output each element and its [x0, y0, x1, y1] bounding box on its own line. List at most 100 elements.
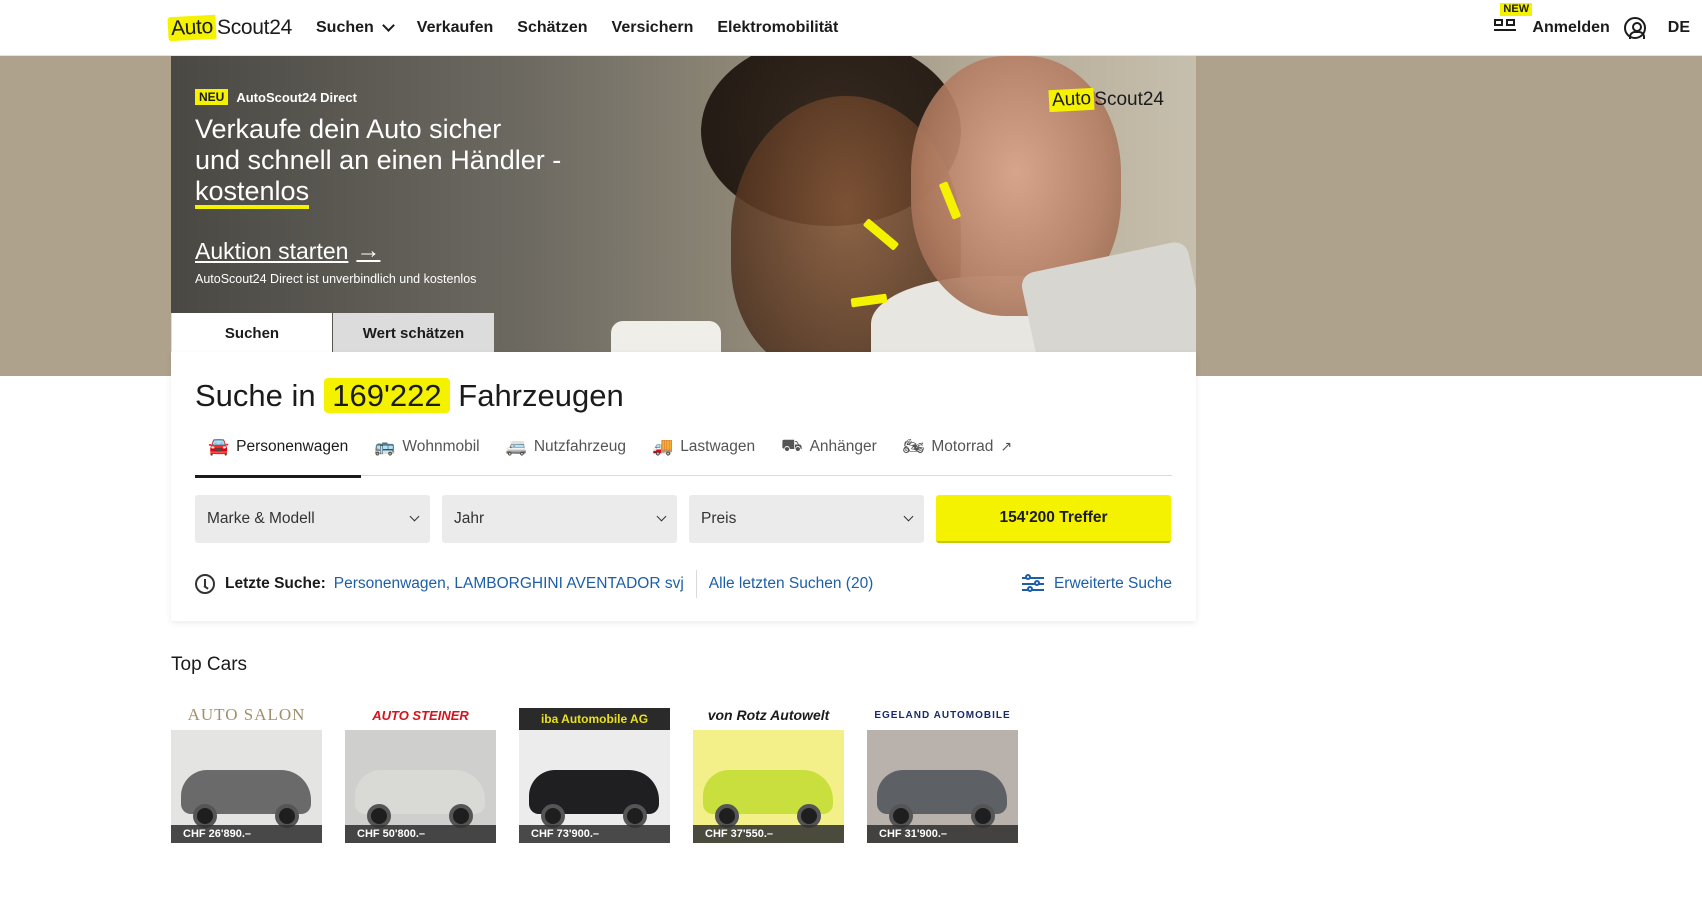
dealer-logo: AUTO STEINER [372, 707, 469, 723]
top-cars-list: AUTO SALON CHF 26'890.– AUTO STEINER CHF… [171, 700, 1018, 843]
top-car-card[interactable]: EGELAND AUTOMOBILE CHF 31'900.– [867, 700, 1018, 843]
slider-knob [1026, 586, 1033, 592]
tab-wert-schaetzen[interactable]: Wert schätzen [333, 313, 494, 353]
car-price: CHF 26'890.– [171, 825, 322, 843]
vehicle-tab-anhaenger[interactable]: ⛟ Anhänger [768, 418, 890, 476]
camper-icon: 🚌 [374, 436, 396, 456]
logo-part-scout: Scout24 [217, 16, 292, 39]
nav-item-schaetzen[interactable]: Schätzen [517, 19, 587, 37]
search-title-suffix: Fahrzeugen [458, 378, 624, 413]
search-title: Suche in 169'222 Fahrzeugen [195, 378, 624, 414]
user-icon[interactable] [1623, 17, 1646, 39]
dealer-logo: von Rotz Autowelt [707, 707, 830, 723]
top-car-card[interactable]: von Rotz Autowelt CHF 37'550.– [693, 700, 844, 843]
search-title-prefix: Suche in [195, 378, 316, 413]
vehicle-type-tabs: 🚘 Personenwagen 🚌 Wohnmobil 🚐 Nutzfahrze… [195, 418, 1172, 478]
hero-logo-part-scout: Scout24 [1094, 89, 1164, 110]
dealer-logo: iba Automobile AG [519, 708, 670, 730]
neu-badge: NEU [195, 89, 229, 105]
search-tabs: Suchen Wert schätzen [171, 313, 494, 353]
advanced-search-link[interactable]: Erweiterte Suche [1021, 574, 1172, 593]
year-select[interactable]: Jahr [442, 495, 677, 543]
nav-item-suchen[interactable]: Suchen [316, 19, 395, 37]
nav-item-verkaufen[interactable]: Verkaufen [417, 19, 493, 37]
chevron-down-icon [381, 19, 395, 32]
new-badge: NEW [1500, 3, 1533, 16]
recent-searches: Letzte Suche: Personenwagen, LAMBORGHINI… [195, 569, 1172, 599]
nav-item-versichern[interactable]: Versichern [612, 19, 694, 37]
car-photo: CHF 73'900.– [519, 730, 670, 843]
nav-item-elektromobilitaet[interactable]: Elektromobilität [717, 19, 838, 37]
vehicle-tab-label: Nutzfahrzeug [533, 437, 627, 455]
compare-icon[interactable]: NEW [1494, 3, 1533, 39]
recent-search-link[interactable]: Personenwagen, LAMBORGHINI AVENTADOR svj [334, 575, 684, 593]
vehicle-tab-label: Anhänger [809, 437, 877, 455]
chevron-down-icon [656, 511, 667, 522]
vehicle-tab-motorrad[interactable]: 🏍 Motorrad ↗ [890, 418, 1025, 476]
vehicle-tab-wohnmobil[interactable]: 🚌 Wohnmobil [361, 418, 492, 476]
hero-title-line: und schnell an einen Händler - [195, 145, 562, 175]
show-results-button[interactable]: 154'200 Treffer [936, 495, 1171, 543]
vehicle-tab-lastwagen[interactable]: 🚚 Lastwagen [639, 418, 768, 476]
make-model-label: Marke & Modell [207, 510, 315, 527]
hero-logo-part-auto: Auto [1048, 87, 1095, 113]
vehicle-tab-nutzfahrzeug[interactable]: 🚐 Nutzfahrzeug [493, 418, 639, 476]
compare-icon-part [1494, 29, 1517, 34]
compare-icon-part [1494, 19, 1504, 26]
top-cars-title: Top Cars [171, 654, 248, 675]
chevron-down-icon [903, 511, 914, 522]
vehicle-tab-label: Personenwagen [236, 437, 349, 455]
header-actions: NEW Anmelden DE [1494, 0, 1690, 56]
logo-part-auto: Auto [167, 14, 217, 42]
search-fields: Marke & Modell Jahr Preis 154'200 Treffe… [195, 495, 1171, 543]
search-card: Suche in 169'222 Fahrzeugen 🚘 Personenwa… [171, 352, 1196, 621]
login-link[interactable]: Anmelden [1532, 19, 1609, 37]
price-select[interactable]: Preis [689, 495, 924, 543]
car-photo: CHF 26'890.– [171, 730, 322, 843]
car-photo: CHF 37'550.– [693, 730, 844, 843]
slider-line [1021, 583, 1044, 585]
arrow-right-icon: → [356, 237, 381, 264]
top-car-card[interactable]: AUTO STEINER CHF 50'800.– [345, 700, 496, 843]
car-price: CHF 73'900.– [519, 825, 670, 843]
car-price: CHF 50'800.– [345, 825, 496, 843]
car-icon: 🚘 [208, 436, 230, 456]
vehicle-tab-label: Wohnmobil [402, 437, 480, 455]
truck-icon: 🚚 [652, 436, 674, 456]
car-photo: CHF 31'900.– [867, 730, 1018, 843]
advanced-search-label: Erweiterte Suche [1053, 575, 1172, 592]
autoscout24-logo[interactable]: Auto Scout24 [167, 14, 292, 42]
top-navigation-bar: Auto Scout24 Suchen Verkaufen Schätzen Ve… [0, 0, 1702, 56]
hero-title: Verkaufe dein Auto sicher und schnell an… [195, 114, 595, 209]
language-selector[interactable]: DE [1668, 19, 1690, 37]
top-car-card[interactable]: iba Automobile AG CHF 73'900.– [519, 700, 670, 843]
auction-start-label: Auktion starten [195, 237, 349, 264]
slider-knob [1033, 580, 1040, 586]
hero-kicker: NEU AutoScout24 Direct [195, 89, 357, 105]
hero-title-line: Verkaufe dein Auto sicher [195, 114, 502, 144]
dealer-logo: AUTO SALON [187, 705, 306, 724]
chevron-down-icon [409, 511, 420, 522]
hero-autoscout24-logo: Auto Scout24 [1048, 87, 1164, 113]
tab-suchen[interactable]: Suchen [171, 313, 332, 353]
compare-icon-part [1506, 19, 1516, 26]
top-car-card[interactable]: AUTO SALON CHF 26'890.– [171, 700, 322, 843]
recent-search-label: Letzte Suche: [225, 575, 326, 592]
auction-start-link[interactable]: Auktion starten → [195, 237, 380, 265]
trailer-icon: ⛟ [781, 435, 803, 455]
vehicle-tab-personenwagen[interactable]: 🚘 Personenwagen [195, 418, 362, 478]
make-model-select[interactable]: Marke & Modell [195, 495, 430, 543]
dealer-logo: EGELAND AUTOMOBILE [874, 709, 1011, 721]
van-icon: 🚐 [505, 436, 527, 456]
main-nav: Suchen Verkaufen Schätzen Versichern Ele… [316, 0, 838, 56]
filter-sliders-icon [1021, 574, 1044, 593]
vehicle-count: 169'222 [324, 378, 450, 413]
hero-kicker-text: AutoScout24 Direct [236, 89, 357, 105]
vehicle-tab-label: Motorrad [931, 437, 994, 455]
slider-knob [1024, 574, 1031, 580]
all-recent-searches-link[interactable]: Alle letzten Suchen (20) [709, 575, 874, 593]
slider-line [1021, 589, 1044, 591]
car-photo: CHF 50'800.– [345, 730, 496, 843]
nav-label: Suchen [316, 19, 374, 36]
price-label: Preis [701, 510, 737, 527]
